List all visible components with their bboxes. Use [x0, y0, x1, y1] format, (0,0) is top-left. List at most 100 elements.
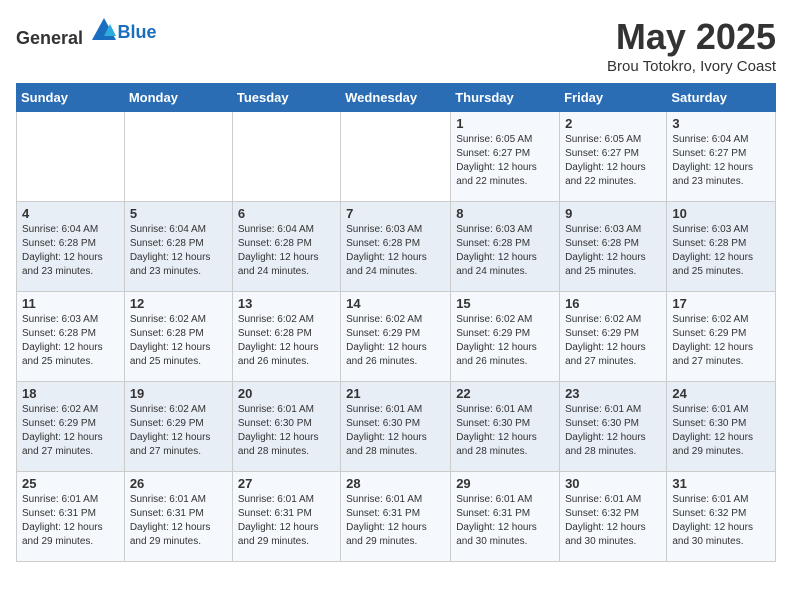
- calendar-cell: 25Sunrise: 6:01 AM Sunset: 6:31 PM Dayli…: [17, 472, 125, 562]
- day-info: Sunrise: 6:01 AM Sunset: 6:31 PM Dayligh…: [346, 493, 445, 549]
- calendar-cell: 18 Sunrise: 6:02 AM Sunset: 6:29 PM Dayli…: [17, 382, 125, 472]
- calendar-cell: 5Sunrise: 6:04 AM Sunset: 6:28 PM Daylig…: [124, 202, 232, 292]
- day-info: Sunrise: 6:02 AM Sunset: 6:28 PM Dayligh…: [238, 313, 335, 369]
- calendar-cell: 1 Sunrise: 6:05 AM Sunset: 6:27 PM Daylig…: [451, 112, 560, 202]
- day-info: Sunrise: 6:05 AM Sunset: 6:27 PM Dayligh…: [456, 133, 554, 189]
- day-number: 23: [565, 386, 661, 401]
- day-info: Sunrise: 6:02 AM Sunset: 6:29 PM Dayligh…: [672, 313, 770, 369]
- calendar-cell: 19 Sunrise: 6:02 AM Sunset: 6:29 PM Dayli…: [124, 382, 232, 472]
- calendar-cell: 8 Sunrise: 6:03 AM Sunset: 6:28 PM Daylig…: [451, 202, 560, 292]
- calendar-cell: 9 Sunrise: 6:03 AM Sunset: 6:28 PM Daylig…: [560, 202, 667, 292]
- day-number: 3: [672, 116, 770, 131]
- day-number: 5: [130, 206, 227, 221]
- day-info: Sunrise: 6:02 AM Sunset: 6:29 PM Dayligh…: [130, 403, 227, 459]
- calendar-week-3: 18 Sunrise: 6:02 AM Sunset: 6:29 PM Dayli…: [17, 382, 776, 472]
- calendar-cell: 24 Sunrise: 6:01 AM Sunset: 6:30 PM Dayli…: [667, 382, 776, 472]
- day-info: Sunrise: 6:02 AM Sunset: 6:29 PM Dayligh…: [456, 313, 554, 369]
- day-info: Sunrise: 6:05 AM Sunset: 6:27 PM Dayligh…: [565, 133, 661, 189]
- day-number: 12: [130, 296, 227, 311]
- calendar-cell: 6 Sunrise: 6:04 AM Sunset: 6:28 PM Daylig…: [232, 202, 340, 292]
- main-title: May 2025: [607, 16, 776, 58]
- day-number: 4: [22, 206, 119, 221]
- calendar-cell: 7 Sunrise: 6:03 AM Sunset: 6:28 PM Daylig…: [341, 202, 451, 292]
- day-number: 29: [456, 476, 554, 491]
- day-number: 14: [346, 296, 445, 311]
- col-monday: Monday: [124, 84, 232, 112]
- header: General Blue May 2025 Brou Totokro, Ivor…: [16, 16, 776, 75]
- day-info: Sunrise: 6:04 AM Sunset: 6:28 PM Dayligh…: [22, 223, 119, 279]
- day-number: 2: [565, 116, 661, 131]
- day-number: 7: [346, 206, 445, 221]
- calendar-cell: 2 Sunrise: 6:05 AM Sunset: 6:27 PM Daylig…: [560, 112, 667, 202]
- calendar-cell: 11 Sunrise: 6:03 AM Sunset: 6:28 PM Dayli…: [17, 292, 125, 382]
- day-info: Sunrise: 6:02 AM Sunset: 6:28 PM Dayligh…: [130, 313, 227, 369]
- day-number: 19: [130, 386, 227, 401]
- day-number: 1: [456, 116, 554, 131]
- calendar-cell: 14 Sunrise: 6:02 AM Sunset: 6:29 PM Dayli…: [341, 292, 451, 382]
- day-number: 15: [456, 296, 554, 311]
- col-wednesday: Wednesday: [341, 84, 451, 112]
- day-number: 18: [22, 386, 119, 401]
- title-area: May 2025 Brou Totokro, Ivory Coast: [607, 16, 776, 75]
- day-info: Sunrise: 6:03 AM Sunset: 6:28 PM Dayligh…: [456, 223, 554, 279]
- day-info: Sunrise: 6:01 AM Sunset: 6:30 PM Dayligh…: [456, 403, 554, 459]
- col-tuesday: Tuesday: [232, 84, 340, 112]
- calendar-cell: 15 Sunrise: 6:02 AM Sunset: 6:29 PM Dayli…: [451, 292, 560, 382]
- day-number: 24: [672, 386, 770, 401]
- day-number: 21: [346, 386, 445, 401]
- day-info: Sunrise: 6:03 AM Sunset: 6:28 PM Dayligh…: [346, 223, 445, 279]
- day-number: 31: [672, 476, 770, 491]
- day-number: 30: [565, 476, 661, 491]
- subtitle: Brou Totokro, Ivory Coast: [607, 58, 776, 75]
- day-info: Sunrise: 6:01 AM Sunset: 6:30 PM Dayligh…: [238, 403, 335, 459]
- day-info: Sunrise: 6:01 AM Sunset: 6:32 PM Dayligh…: [672, 493, 770, 549]
- day-number: 20: [238, 386, 335, 401]
- calendar-cell: 27Sunrise: 6:01 AM Sunset: 6:31 PM Dayli…: [232, 472, 340, 562]
- day-number: 11: [22, 296, 119, 311]
- logo-general: General: [16, 28, 83, 48]
- day-info: Sunrise: 6:01 AM Sunset: 6:30 PM Dayligh…: [565, 403, 661, 459]
- day-number: 9: [565, 206, 661, 221]
- day-info: Sunrise: 6:01 AM Sunset: 6:30 PM Dayligh…: [672, 403, 770, 459]
- day-info: Sunrise: 6:01 AM Sunset: 6:31 PM Dayligh…: [456, 493, 554, 549]
- day-info: Sunrise: 6:02 AM Sunset: 6:29 PM Dayligh…: [22, 403, 119, 459]
- day-number: 13: [238, 296, 335, 311]
- day-number: 8: [456, 206, 554, 221]
- calendar-cell: 21 Sunrise: 6:01 AM Sunset: 6:30 PM Dayli…: [341, 382, 451, 472]
- day-number: 28: [346, 476, 445, 491]
- day-number: 6: [238, 206, 335, 221]
- col-saturday: Saturday: [667, 84, 776, 112]
- day-info: Sunrise: 6:01 AM Sunset: 6:32 PM Dayligh…: [565, 493, 661, 549]
- calendar-cell: 16 Sunrise: 6:02 AM Sunset: 6:29 PM Dayli…: [560, 292, 667, 382]
- day-info: Sunrise: 6:02 AM Sunset: 6:29 PM Dayligh…: [346, 313, 445, 369]
- day-info: Sunrise: 6:03 AM Sunset: 6:28 PM Dayligh…: [565, 223, 661, 279]
- calendar-cell: 28 Sunrise: 6:01 AM Sunset: 6:31 PM Dayli…: [341, 472, 451, 562]
- day-info: Sunrise: 6:03 AM Sunset: 6:28 PM Dayligh…: [22, 313, 119, 369]
- day-info: Sunrise: 6:03 AM Sunset: 6:28 PM Dayligh…: [672, 223, 770, 279]
- day-number: 16: [565, 296, 661, 311]
- calendar-cell: 17Sunrise: 6:02 AM Sunset: 6:29 PM Dayli…: [667, 292, 776, 382]
- calendar-cell: 26Sunrise: 6:01 AM Sunset: 6:31 PM Dayli…: [124, 472, 232, 562]
- col-thursday: Thursday: [451, 84, 560, 112]
- day-info: Sunrise: 6:04 AM Sunset: 6:27 PM Dayligh…: [672, 133, 770, 189]
- calendar-cell: 4 Sunrise: 6:04 AM Sunset: 6:28 PM Daylig…: [17, 202, 125, 292]
- col-sunday: Sunday: [17, 84, 125, 112]
- calendar-cell: 3 Sunrise: 6:04 AM Sunset: 6:27 PM Daylig…: [667, 112, 776, 202]
- logo-icon: [90, 16, 118, 44]
- day-info: Sunrise: 6:04 AM Sunset: 6:28 PM Dayligh…: [238, 223, 335, 279]
- day-info: Sunrise: 6:02 AM Sunset: 6:29 PM Dayligh…: [565, 313, 661, 369]
- header-row: Sunday Monday Tuesday Wednesday Thursday…: [17, 84, 776, 112]
- day-info: Sunrise: 6:01 AM Sunset: 6:31 PM Dayligh…: [238, 493, 335, 549]
- calendar-cell: 23 Sunrise: 6:01 AM Sunset: 6:30 PM Dayli…: [560, 382, 667, 472]
- day-number: 10: [672, 206, 770, 221]
- calendar-cell: 29 Sunrise: 6:01 AM Sunset: 6:31 PM Dayli…: [451, 472, 560, 562]
- logo-blue: Blue: [118, 22, 157, 42]
- calendar-cell: 22Sunrise: 6:01 AM Sunset: 6:30 PM Dayli…: [451, 382, 560, 472]
- calendar-week-4: 25Sunrise: 6:01 AM Sunset: 6:31 PM Dayli…: [17, 472, 776, 562]
- day-info: Sunrise: 6:01 AM Sunset: 6:31 PM Dayligh…: [130, 493, 227, 549]
- calendar-cell: [124, 112, 232, 202]
- day-info: Sunrise: 6:01 AM Sunset: 6:30 PM Dayligh…: [346, 403, 445, 459]
- calendar-cell: [17, 112, 125, 202]
- calendar-cell: [341, 112, 451, 202]
- calendar-cell: [232, 112, 340, 202]
